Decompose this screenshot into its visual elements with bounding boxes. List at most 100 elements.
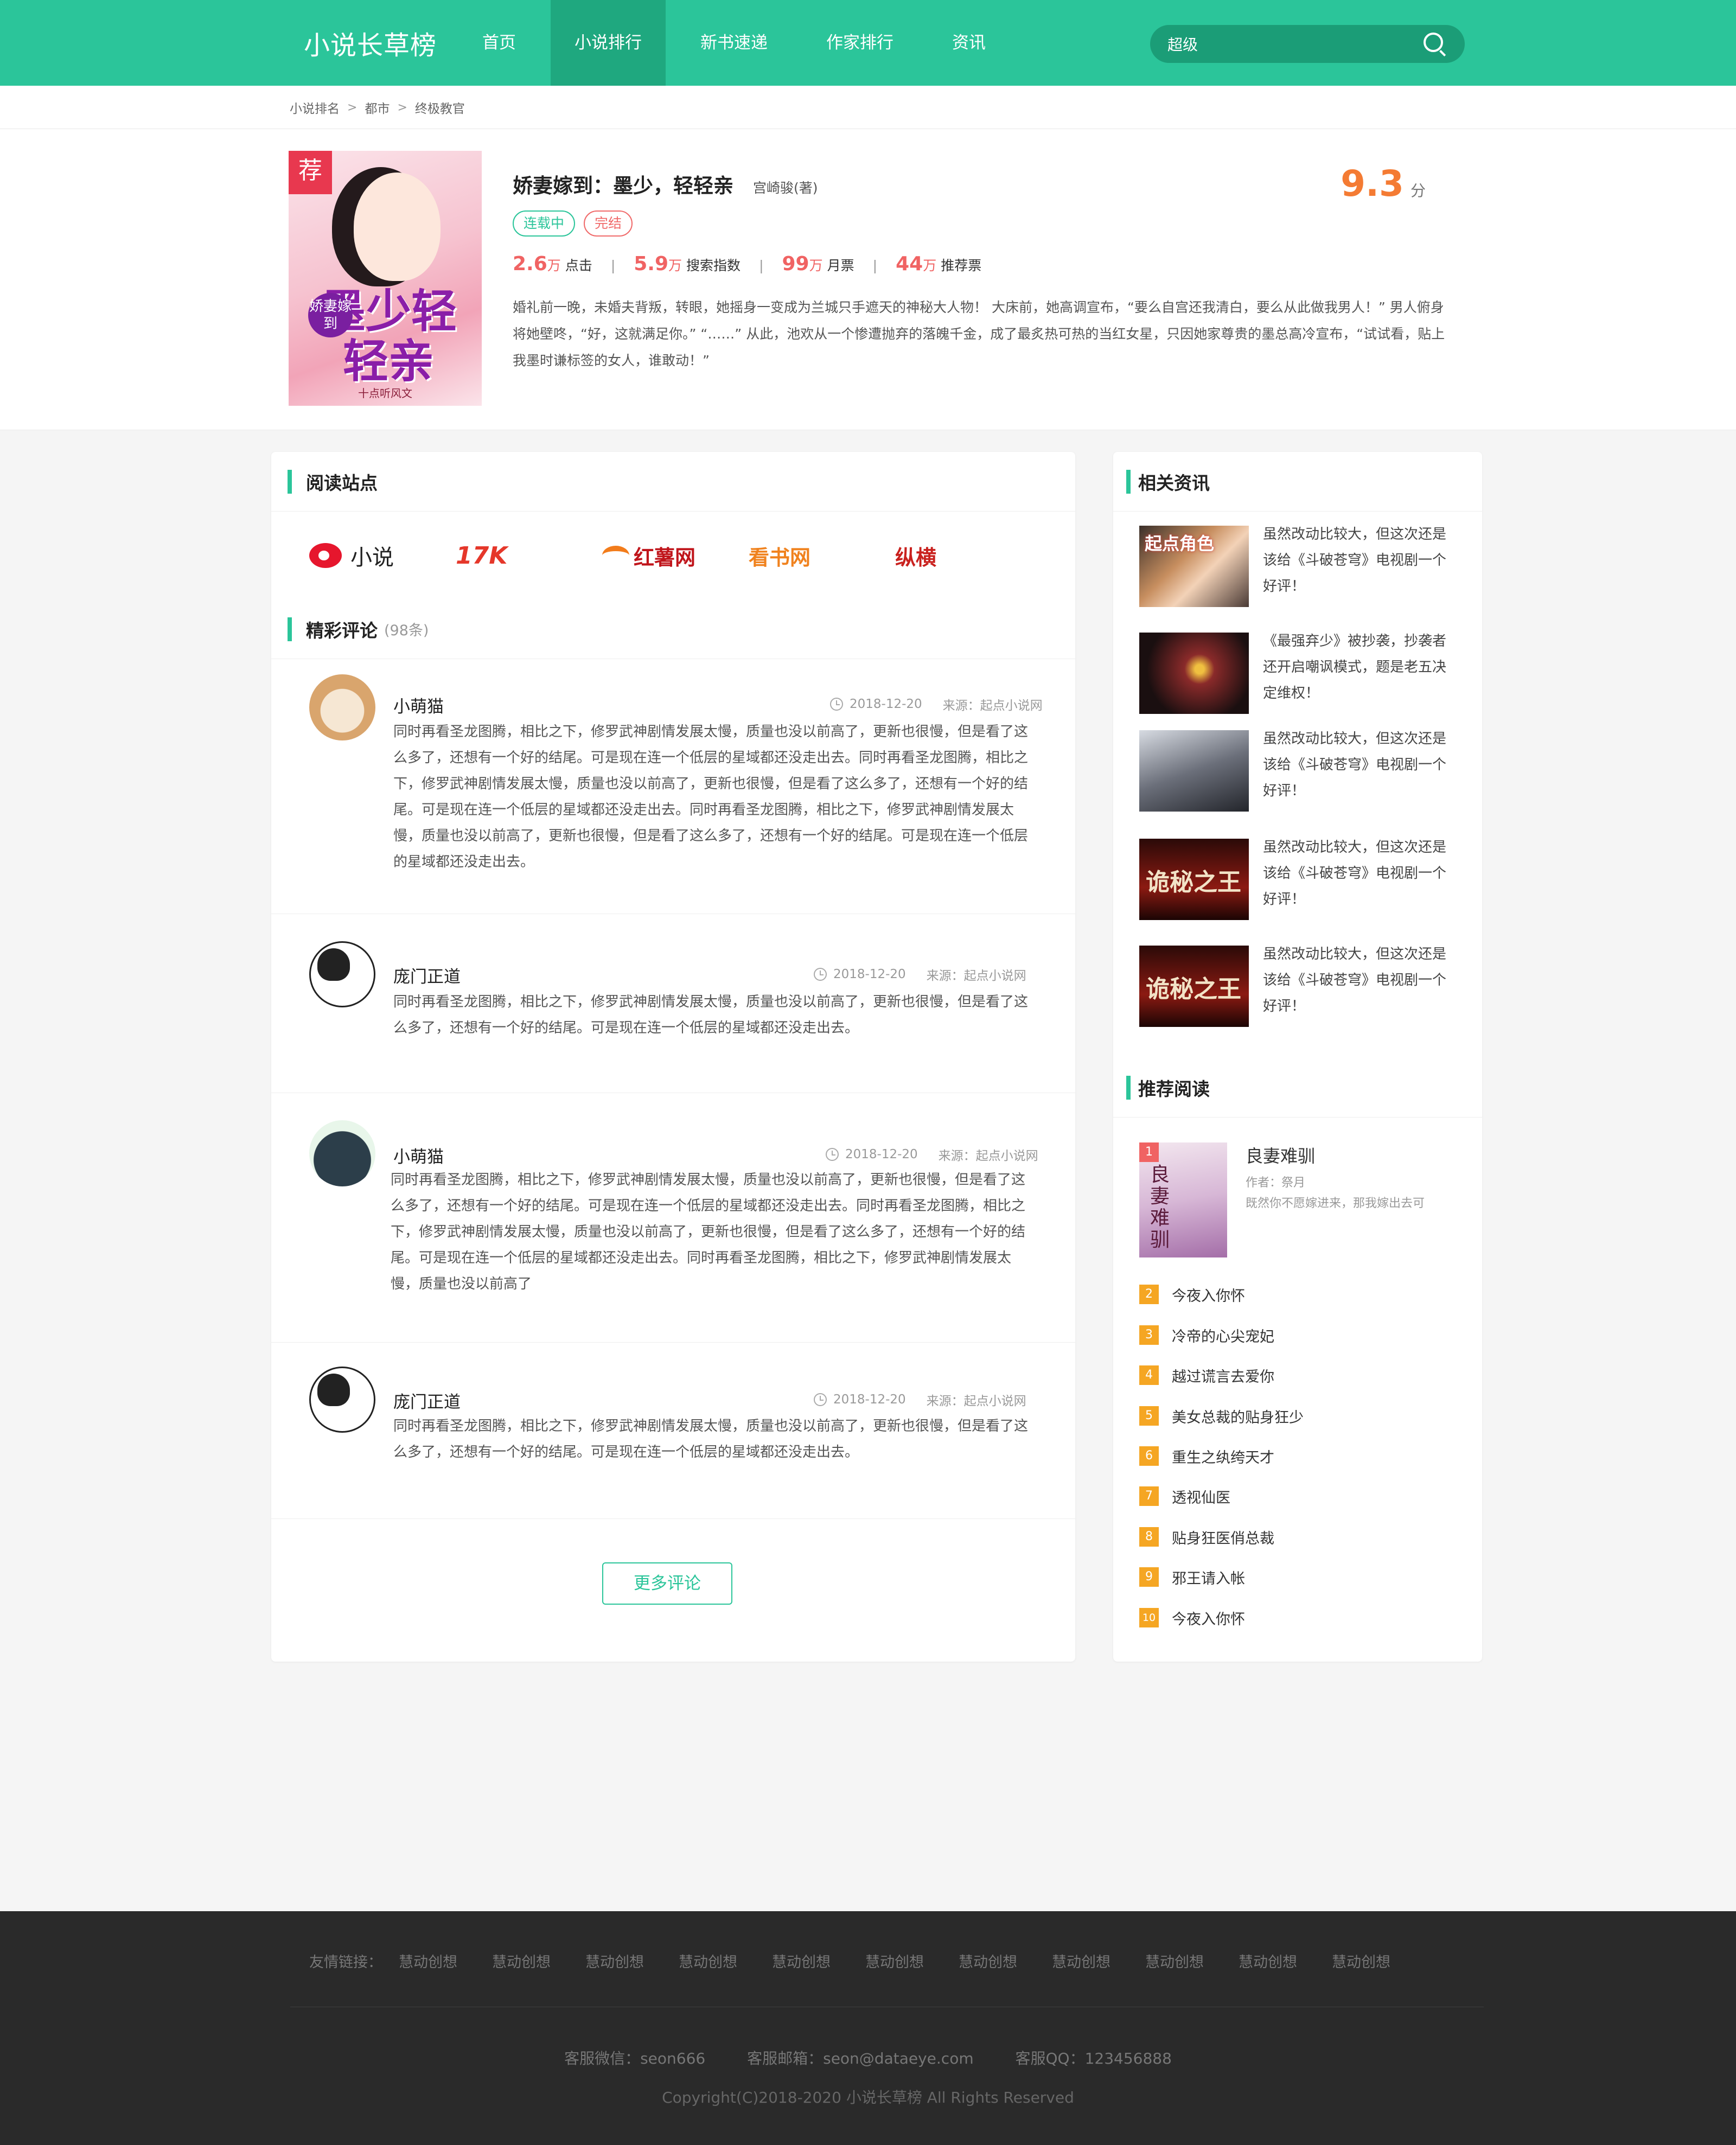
friend-link[interactable]: 慧动创想 bbox=[1239, 1950, 1297, 1971]
nav-news[interactable]: 资讯 bbox=[928, 0, 1010, 86]
breadcrumb-item[interactable]: 终极教官 bbox=[415, 98, 465, 117]
search-icon[interactable] bbox=[1422, 31, 1447, 57]
rank-book-title[interactable]: 贴身狂医俏总裁 bbox=[1172, 1527, 1274, 1548]
site-weibo-novel[interactable]: 小说 bbox=[309, 540, 456, 571]
friend-link[interactable]: 慧动创想 bbox=[1052, 1950, 1110, 1971]
site-zongheng[interactable]: 纵横 bbox=[895, 541, 1042, 571]
rank-number: 6 bbox=[1139, 1446, 1159, 1466]
comment-username[interactable]: 小萌猫 bbox=[393, 693, 444, 717]
rank-item[interactable]: 10 今夜入你怀 bbox=[1139, 1607, 1245, 1629]
rank-item-top[interactable]: 1 良妻难驯 作者：祭月 既然你不愿嫁进来，那我嫁出去可 bbox=[1139, 1142, 1465, 1257]
right-panel: 相关资讯 虽然改动比较大，但这次还是该给《斗破苍穹》电视剧一个好评！ 《最强弃少… bbox=[1113, 452, 1482, 1662]
stat-recommend-label: 推荐票 bbox=[941, 258, 982, 273]
book-description: 婚礼前一晚，未婚夫背叛，转眼，她摇身一变成为兰城只手遮天的神秘大人物！ 大床前，… bbox=[513, 299, 1445, 368]
stat-divider: | bbox=[872, 258, 878, 273]
site-hongshu[interactable]: 红薯网 bbox=[602, 541, 749, 571]
avatar[interactable] bbox=[309, 941, 375, 1007]
news-item[interactable]: 虽然改动比较大，但这次还是该给《斗破苍穹》电视剧一个好评！ bbox=[1139, 946, 1459, 1027]
comment-meta: 2018-12-20 来源：起点小说网 bbox=[830, 695, 1043, 713]
contact-email[interactable]: 客服邮箱：seon@dataeye.com bbox=[747, 2050, 974, 2067]
news-item[interactable]: 虽然改动比较大，但这次还是该给《斗破苍穹》电视剧一个好评！ bbox=[1139, 839, 1459, 920]
friend-link[interactable]: 慧动创想 bbox=[679, 1950, 737, 1971]
rank-book-author: 作者：祭月 bbox=[1246, 1176, 1306, 1190]
search-input[interactable]: 超级 bbox=[1167, 33, 1422, 55]
rank-item[interactable]: 5 美女总裁的贴身狂少 bbox=[1139, 1405, 1304, 1427]
friend-link[interactable]: 慧动创想 bbox=[585, 1950, 644, 1971]
friend-link[interactable]: 慧动创想 bbox=[865, 1950, 924, 1971]
more-comments-button[interactable]: 更多评论 bbox=[602, 1562, 732, 1605]
nav-novel-ranking[interactable]: 小说排行 bbox=[551, 0, 666, 86]
copyright: Copyright(C)2018-2020 小说长草榜 All Rights R… bbox=[662, 2089, 1074, 2106]
comment-item: 小萌猫 2018-12-20 来源：起点小说网 同时再看圣龙图腾，相比之下，修罗… bbox=[271, 1093, 1075, 1343]
stat-recommend-value: 44 bbox=[896, 253, 923, 275]
rank-book-title[interactable]: 邪王请入帐 bbox=[1172, 1567, 1245, 1588]
comment-username[interactable]: 小萌猫 bbox=[393, 1143, 444, 1167]
stat-monthly-label: 月票 bbox=[827, 258, 854, 273]
avatar[interactable] bbox=[309, 1120, 375, 1186]
breadcrumb-item[interactable]: 都市 bbox=[365, 98, 390, 117]
rank-item[interactable]: 9 邪王请入帐 bbox=[1139, 1566, 1245, 1588]
news-thumbnail[interactable] bbox=[1139, 839, 1249, 920]
site-kanshu[interactable]: 看书网 bbox=[749, 541, 895, 571]
news-thumbnail[interactable] bbox=[1139, 526, 1249, 607]
rank-item[interactable]: 4 越过谎言去爱你 bbox=[1139, 1364, 1274, 1386]
rank-item[interactable]: 7 透视仙医 bbox=[1139, 1485, 1230, 1507]
score-value: 9.3 bbox=[1341, 163, 1404, 205]
news-thumbnail[interactable] bbox=[1139, 946, 1249, 1027]
friend-link[interactable]: 慧动创想 bbox=[772, 1950, 831, 1971]
news-thumbnail[interactable] bbox=[1139, 730, 1249, 812]
stat-search-value: 5.9 bbox=[634, 253, 669, 275]
comments-header: 精彩评论 (98条) bbox=[271, 599, 1075, 659]
rank-item[interactable]: 8 贴身狂医俏总裁 bbox=[1139, 1526, 1274, 1548]
nav-home[interactable]: 首页 bbox=[458, 0, 540, 86]
rank-item[interactable]: 3 冷帝的心尖宠妃 bbox=[1139, 1324, 1274, 1346]
breadcrumb-item[interactable]: 小说排名 bbox=[290, 98, 340, 117]
rank-number: 3 bbox=[1139, 1325, 1159, 1345]
news-title[interactable]: 虽然改动比较大，但这次还是该给《斗破苍穹》电视剧一个好评！ bbox=[1263, 521, 1453, 599]
news-title[interactable]: 虽然改动比较大，但这次还是该给《斗破苍穹》电视剧一个好评！ bbox=[1263, 834, 1453, 912]
news-title[interactable]: 《最强弃少》被抄袭，抄袭者还开启嘲讽模式，题是老五决定维权！ bbox=[1263, 628, 1453, 706]
rank-book-title[interactable]: 冷帝的心尖宠妃 bbox=[1172, 1325, 1274, 1346]
rank-number: 5 bbox=[1139, 1406, 1159, 1426]
rank-book-title[interactable]: 透视仙医 bbox=[1172, 1486, 1230, 1507]
friend-link[interactable]: 慧动创想 bbox=[1332, 1950, 1390, 1971]
recommend-flag: 荐 bbox=[289, 151, 332, 194]
friend-link[interactable]: 慧动创想 bbox=[1145, 1950, 1204, 1971]
friend-link[interactable]: 慧动创想 bbox=[959, 1950, 1017, 1971]
contact-wechat: 客服微信：seon666 bbox=[564, 2050, 706, 2067]
rank-item[interactable]: 2 今夜入你怀 bbox=[1139, 1284, 1245, 1305]
book-author[interactable]: 宫崎骏(著) bbox=[753, 177, 818, 197]
rank-book-title[interactable]: 美女总裁的贴身狂少 bbox=[1172, 1406, 1304, 1427]
site-logo[interactable]: 小说长草榜 bbox=[304, 24, 458, 62]
site-17k[interactable]: 17K bbox=[456, 542, 602, 570]
avatar[interactable] bbox=[309, 1367, 375, 1433]
search-box[interactable]: 超级 bbox=[1150, 25, 1465, 63]
comment-date: 2018-12-20 bbox=[833, 967, 906, 981]
book-cover[interactable]: 荐 墨少轻轻亲 娇妻嫁到 十点听风文 bbox=[289, 151, 482, 406]
rank-item[interactable]: 6 重生之纨绔天才 bbox=[1139, 1445, 1274, 1467]
comment-text: 同时再看圣龙图腾，相比之下，修罗武神剧情发展太慢，质量也没以前高了，更新也很慢，… bbox=[393, 724, 1029, 870]
friend-link[interactable]: 慧动创想 bbox=[492, 1950, 551, 1971]
nav-new-books[interactable]: 新书速递 bbox=[676, 0, 792, 86]
rank-book-title[interactable]: 重生之纨绔天才 bbox=[1172, 1446, 1274, 1467]
stat-divider: | bbox=[759, 258, 764, 273]
nav-author-ranking[interactable]: 作家排行 bbox=[802, 0, 917, 86]
avatar[interactable] bbox=[309, 674, 375, 740]
rank-book-title[interactable]: 今夜入你怀 bbox=[1172, 1284, 1245, 1305]
rank-book-title[interactable]: 越过谎言去爱你 bbox=[1172, 1365, 1274, 1386]
news-thumbnail[interactable] bbox=[1139, 633, 1249, 714]
rank-book-title[interactable]: 今夜入你怀 bbox=[1172, 1607, 1245, 1629]
news-item[interactable]: 《最强弃少》被抄袭，抄袭者还开启嘲讽模式，题是老五决定维权！ bbox=[1139, 633, 1459, 714]
news-item[interactable]: 虽然改动比较大，但这次还是该给《斗破苍穹》电视剧一个好评！ bbox=[1139, 730, 1459, 812]
book-header: 荐 墨少轻轻亲 娇妻嫁到 十点听风文 娇妻嫁到：墨少，轻轻亲 宫崎骏(著) 连载… bbox=[0, 129, 1736, 430]
news-title[interactable]: 虽然改动比较大，但这次还是该给《斗破苍穹》电视剧一个好评！ bbox=[1263, 941, 1453, 1019]
rank-book-title[interactable]: 良妻难驯 bbox=[1246, 1142, 1315, 1167]
comment-username[interactable]: 庞门正道 bbox=[393, 1388, 461, 1413]
friend-link[interactable]: 慧动创想 bbox=[399, 1950, 457, 1971]
friend-links-label: 友情链接： bbox=[309, 1954, 382, 1971]
comment-username[interactable]: 庞门正道 bbox=[393, 963, 461, 987]
news-title[interactable]: 虽然改动比较大，但这次还是该给《斗破苍穹》电视剧一个好评！ bbox=[1263, 726, 1453, 804]
clock-icon bbox=[814, 1393, 827, 1406]
news-item[interactable]: 虽然改动比较大，但这次还是该给《斗破苍穹》电视剧一个好评！ bbox=[1139, 526, 1459, 607]
site-label: 小说 bbox=[350, 545, 394, 570]
